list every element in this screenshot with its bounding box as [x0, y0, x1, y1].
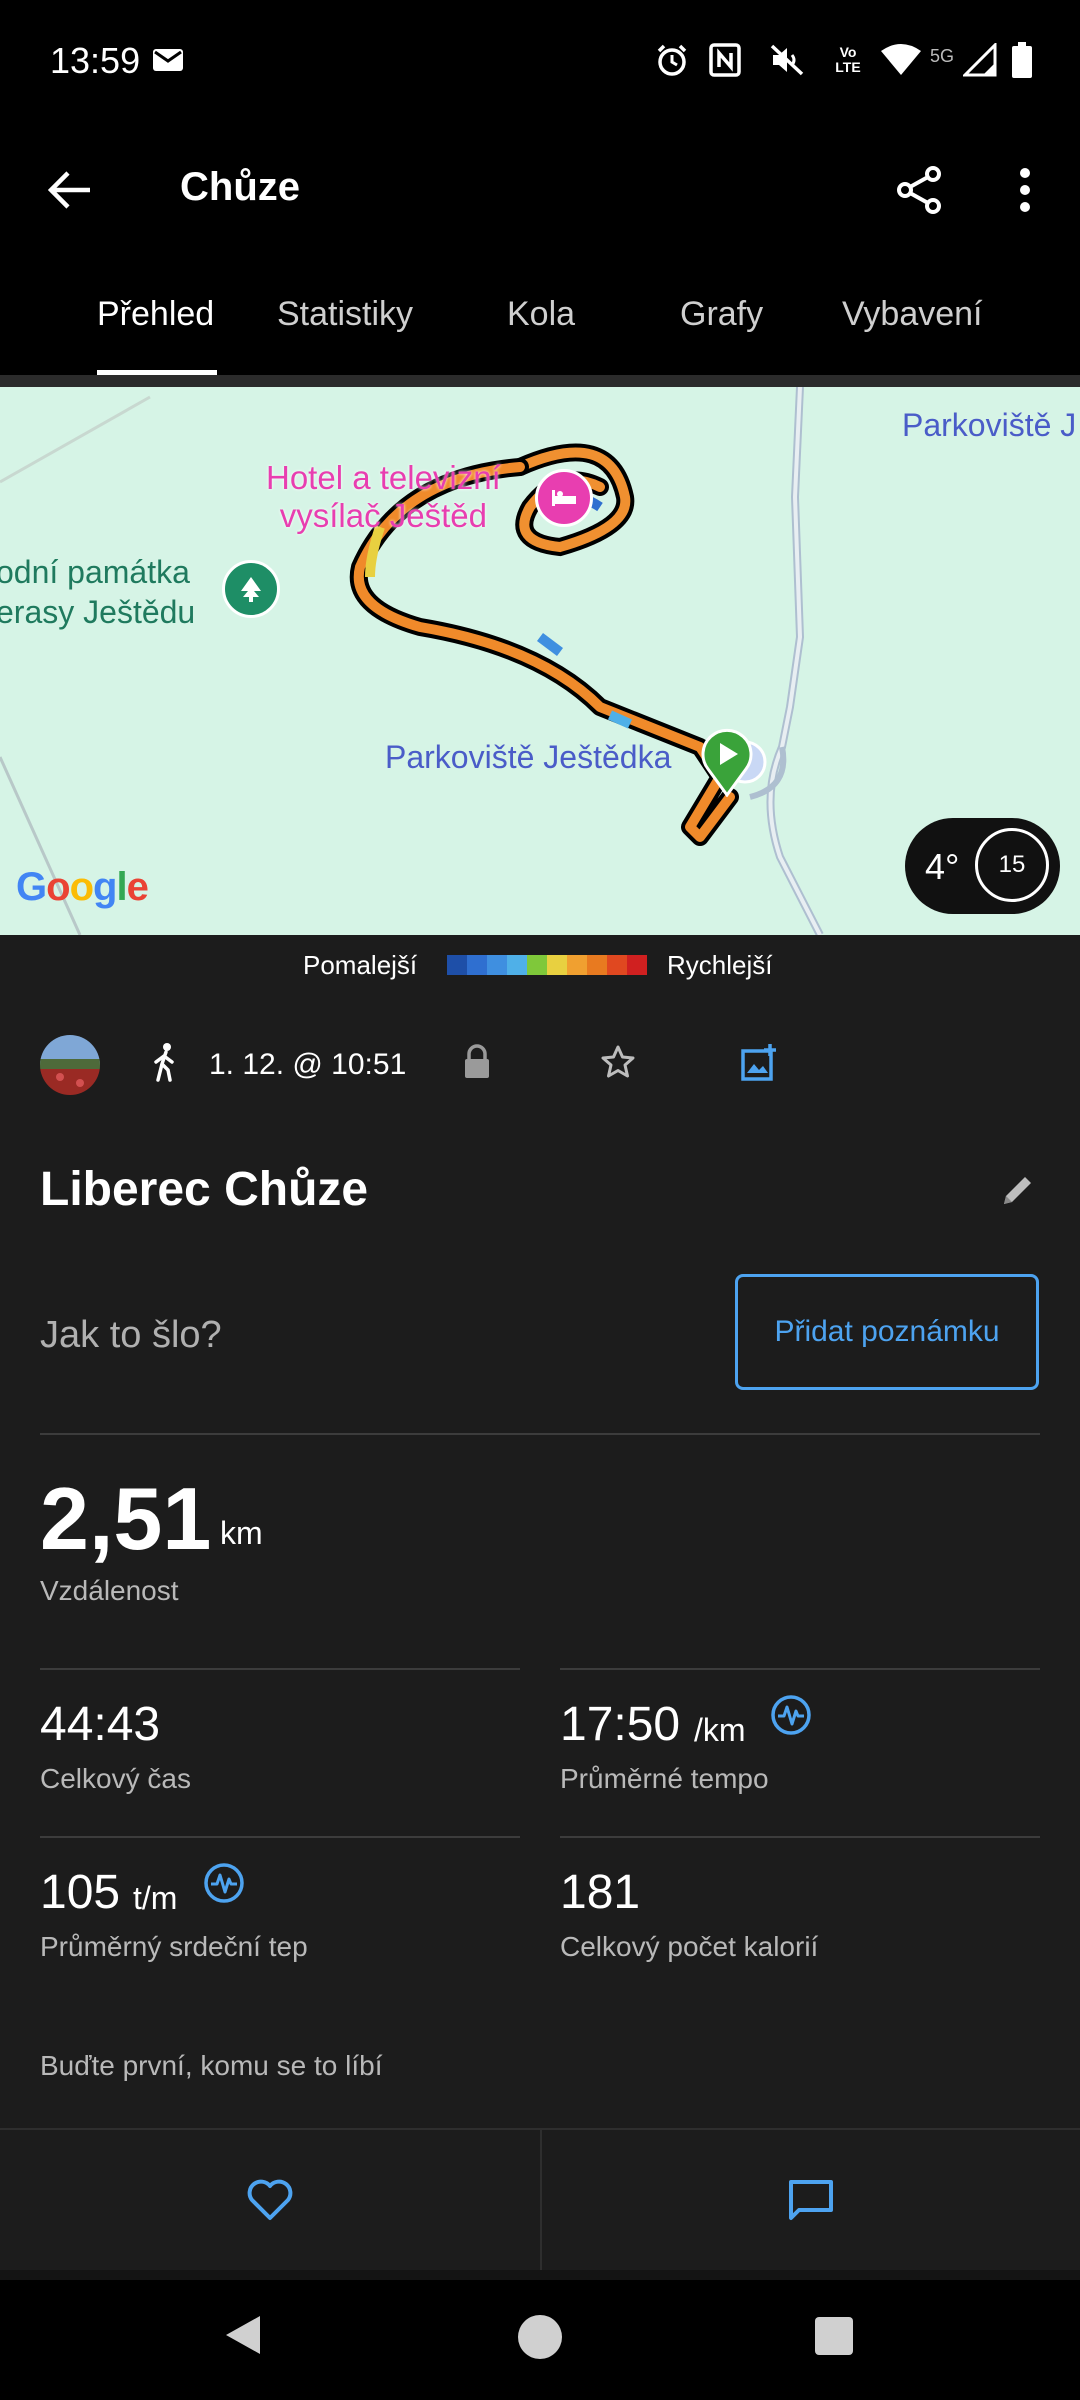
poi-parking-label: Parkoviště Ještědka	[385, 739, 672, 775]
walking-icon	[150, 1042, 190, 1086]
legend-swatch	[527, 955, 547, 975]
legend-swatch	[567, 955, 587, 975]
weather-wind: 15	[998, 851, 1026, 878]
note-input[interactable]: Jak to šlo?	[40, 1314, 222, 1357]
distance-value: 2,51	[40, 1469, 212, 1568]
distance-unit: km	[220, 1515, 263, 1551]
status-bar: 13:59 Vo LTE 5G	[0, 0, 1080, 125]
poi-hotel-line2: vysílač Ještěd	[279, 497, 488, 534]
nfc-icon	[707, 40, 743, 80]
mute-icon	[767, 40, 807, 80]
poi-hotel-label: Hotel a televizní vysílač Ještěd	[266, 459, 501, 535]
hotel-pin-icon[interactable]	[535, 469, 593, 527]
legend-faster: Rychlejší	[667, 950, 773, 980]
page-title: Chůze	[180, 165, 300, 209]
pace-activity-icon[interactable]	[770, 1694, 812, 1736]
poi-monument-line2: erasy Ještědu	[0, 594, 196, 630]
poi-monument-label: odní památka erasy Ještědu	[0, 552, 195, 632]
more-vert-icon[interactable]	[1000, 160, 1050, 220]
tree-pin-icon[interactable]	[222, 560, 280, 618]
tab-gear[interactable]: Vybavení	[842, 295, 983, 334]
speed-legend: Pomalejší Rychlejší	[0, 935, 1080, 995]
legend-swatch	[487, 955, 507, 975]
total-time-value: 44:43	[40, 1698, 161, 1751]
avg-hr-value: 105	[40, 1866, 121, 1919]
system-nav-bar	[0, 2280, 1080, 2400]
mail-icon	[150, 40, 186, 80]
legend-swatch	[587, 955, 607, 975]
avatar[interactable]	[40, 1035, 100, 1095]
tab-laps[interactable]: Kola	[507, 295, 575, 334]
avg-pace-unit: /km	[694, 1712, 746, 1748]
back-arrow-icon[interactable]	[40, 160, 100, 220]
legend-swatch	[607, 955, 627, 975]
comment-button[interactable]	[542, 2130, 1080, 2270]
legend-swatch	[547, 955, 567, 975]
poi-parking-top-label: Parkoviště J	[902, 407, 1077, 443]
avg-pace-label: Průměrné tempo	[560, 1763, 769, 1794]
weather-temp: 4°	[925, 846, 960, 887]
start-pin-icon[interactable]	[700, 727, 754, 798]
avg-hr-unit: t/m	[133, 1880, 178, 1916]
divider	[560, 1668, 1040, 1670]
add-note-button[interactable]: Přidat poznámku	[735, 1274, 1039, 1390]
distance-label: Vzdálenost	[40, 1575, 179, 1606]
legend-swatch	[507, 955, 527, 975]
legend-swatch	[447, 955, 467, 975]
share-icon[interactable]	[890, 160, 950, 220]
alarm-icon	[652, 40, 692, 80]
status-time: 13:59	[50, 40, 141, 81]
divider	[0, 2270, 1080, 2280]
weather-chip[interactable]: 4° 15	[905, 818, 1060, 914]
nav-home-icon[interactable]	[518, 2315, 562, 2359]
heart-icon	[247, 2179, 293, 2220]
legend-gradient	[447, 955, 647, 975]
activity-date: 1. 12. @ 10:51	[209, 1048, 407, 1081]
activity-name: Liberec Chůze	[40, 1163, 369, 1216]
network-label: 5G	[930, 45, 955, 66]
tab-divider	[0, 375, 1080, 387]
poi-monument-line1: odní památka	[0, 554, 190, 590]
nav-back-icon[interactable]	[220, 2312, 270, 2362]
like-prompt: Buďte první, komu se to líbí	[40, 2050, 383, 2081]
legend-swatch	[627, 955, 647, 975]
divider	[560, 1836, 1040, 1838]
signal-icon	[962, 40, 998, 80]
comment-icon	[789, 2180, 833, 2220]
hr-activity-icon[interactable]	[203, 1862, 245, 1904]
volte-icon: Vo LTE	[835, 44, 861, 75]
lock-icon[interactable]	[462, 1044, 498, 1084]
avg-pace-value: 17:50	[560, 1698, 681, 1751]
pencil-icon[interactable]	[998, 1170, 1042, 1214]
battery-icon	[1010, 40, 1034, 80]
total-time-label: Celkový čas	[40, 1763, 191, 1794]
tab-charts[interactable]: Grafy	[680, 295, 763, 334]
nav-recents-icon[interactable]	[815, 2317, 853, 2355]
star-icon[interactable]	[600, 1044, 640, 1084]
tab-statistics[interactable]: Statistiky	[277, 295, 413, 334]
calories-value: 181	[560, 1866, 641, 1919]
avg-hr-label: Průměrný srdeční tep	[40, 1931, 308, 1962]
wifi-icon	[878, 40, 924, 80]
add-photo-icon[interactable]	[740, 1042, 780, 1084]
legend-slower: Pomalejší	[303, 950, 418, 980]
tab-overview[interactable]: Přehled	[97, 295, 214, 334]
poi-hotel-line1: Hotel a televizní	[266, 459, 501, 496]
calories-label: Celkový počet kalorií	[560, 1931, 819, 1962]
legend-swatch	[467, 955, 487, 975]
like-button[interactable]	[0, 2130, 540, 2270]
divider	[40, 1836, 520, 1838]
wind-speed-icon: 15	[975, 828, 1049, 902]
google-logo: Google	[16, 865, 149, 909]
divider	[40, 1433, 1040, 1435]
divider	[40, 1668, 520, 1670]
